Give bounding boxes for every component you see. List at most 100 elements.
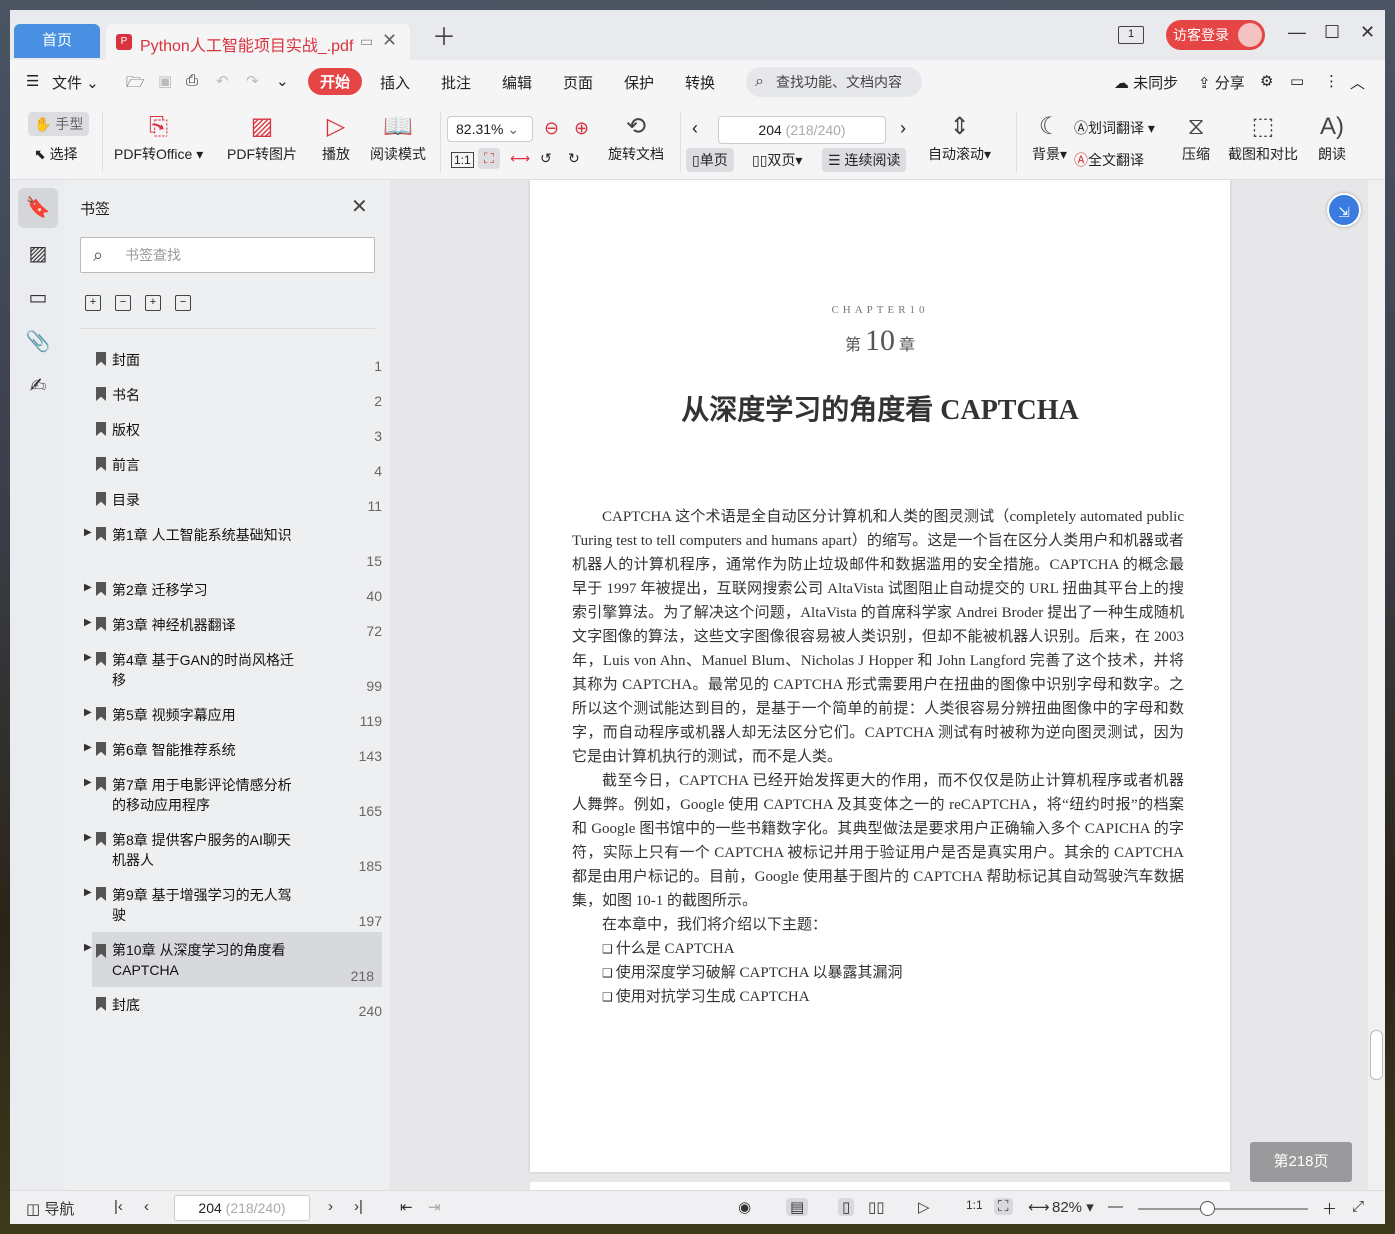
- function-search[interactable]: ⌕ 查找功能、文档内容: [746, 67, 922, 97]
- bookmark-item[interactable]: ▶ 第2章 迁移学习 40: [84, 580, 382, 610]
- actual-size-icon[interactable]: 1:1: [451, 152, 474, 168]
- menu-page[interactable]: 页面: [563, 72, 593, 93]
- comment-icon[interactable]: ▭: [1290, 72, 1304, 90]
- menu-protect[interactable]: 保护: [624, 72, 654, 93]
- new-tab-icon[interactable]: ＋: [432, 26, 456, 50]
- attachment-icon[interactable]: 📎: [18, 322, 58, 362]
- close-panel-icon[interactable]: ✕: [351, 194, 368, 219]
- undo-icon[interactable]: ↶: [216, 72, 229, 90]
- read-aloud-button[interactable]: A) 朗读: [1318, 110, 1346, 164]
- pdf-to-image-button[interactable]: ▨ PDF转图片: [227, 110, 297, 164]
- share-button[interactable]: ⇪ 分享: [1198, 72, 1245, 93]
- settings-icon[interactable]: ⚙: [1260, 72, 1273, 90]
- close-window-icon[interactable]: ✕: [1360, 22, 1375, 43]
- close-tab-icon[interactable]: ✕: [382, 30, 397, 51]
- tab-document[interactable]: P Python人工智能项目实战_.pdf ▭ ✕: [106, 24, 410, 60]
- more-icon[interactable]: ⋮: [1324, 72, 1339, 90]
- floating-tool-icon[interactable]: ⇲: [1327, 193, 1361, 227]
- expand-arrow-icon[interactable]: ▶: [84, 832, 92, 843]
- bookmark-item[interactable]: 版权 3: [92, 420, 382, 450]
- scrollbar-thumb[interactable]: [1370, 1030, 1383, 1080]
- bookmark-item[interactable]: 封面 1: [92, 350, 382, 380]
- actual-size-icon[interactable]: 1:1: [966, 1198, 983, 1212]
- expand-arrow-icon[interactable]: ▶: [84, 742, 92, 753]
- nav-toggle[interactable]: ◫ 导航: [26, 1198, 74, 1219]
- bookmark-search-input[interactable]: ⌕ 书签查找: [80, 237, 375, 273]
- redo-icon[interactable]: ↷: [246, 72, 259, 90]
- expand-arrow-icon[interactable]: ▶: [84, 527, 92, 538]
- maximize-icon[interactable]: ☐: [1324, 22, 1340, 43]
- fit-width-icon[interactable]: ⟷: [1028, 1198, 1050, 1216]
- bookmark-icon[interactable]: 🔖: [18, 188, 58, 228]
- single-page-icon[interactable]: ▯: [838, 1198, 855, 1216]
- expand-all-icon[interactable]: +: [85, 295, 101, 311]
- next-page-icon[interactable]: ›: [900, 118, 906, 139]
- bookmark-item[interactable]: 目录 11: [92, 490, 382, 520]
- print-icon[interactable]: ⎙: [186, 72, 198, 89]
- page-number-input[interactable]: 204 (218/240): [718, 116, 886, 144]
- bookmark-item[interactable]: ▶ 第5章 视频字幕应用 119: [84, 705, 382, 735]
- bookmark-item[interactable]: ▶ 第6章 智能推荐系统 143: [84, 740, 382, 770]
- bookmark-item[interactable]: ▶ 第3章 神经机器翻译 72: [84, 615, 382, 645]
- fullscreen-icon[interactable]: ⤢: [1352, 1198, 1364, 1215]
- prev-page-icon[interactable]: ‹: [692, 118, 698, 139]
- expand-arrow-icon[interactable]: ▶: [84, 887, 92, 898]
- single-page-button[interactable]: ▯单页: [686, 148, 734, 172]
- select-tool[interactable]: ⬉ 选择: [34, 144, 78, 164]
- fit-page-icon[interactable]: ⛶: [994, 1198, 1013, 1215]
- bookmark-item[interactable]: ▶ 第4章 基于GAN的时尚风格迁移 99: [84, 650, 382, 700]
- bookmark-item-selected[interactable]: ▶ 第10章 从深度学习的角度看CAPTCHA 218: [84, 932, 382, 987]
- full-translate-button[interactable]: Ⓐ全文翻译: [1074, 150, 1144, 170]
- double-page-button[interactable]: ▯▯双页▾: [752, 150, 802, 170]
- pdf-to-office-button[interactable]: ⎘ PDF转Office ▾: [114, 110, 203, 164]
- bookmark-item[interactable]: ▶ 第9章 基于增强学习的无人驾驶 197: [84, 885, 382, 935]
- expand-arrow-icon[interactable]: ▶: [84, 652, 92, 663]
- thumbnail-icon[interactable]: ▨: [18, 234, 58, 274]
- menu-convert[interactable]: 转换: [685, 72, 715, 93]
- eye-protect-icon[interactable]: ◉: [738, 1198, 751, 1216]
- read-mode-button[interactable]: 📖 阅读模式: [370, 110, 426, 164]
- zoom-select[interactable]: 82% ▾: [1052, 1198, 1094, 1216]
- menu-start[interactable]: 开始: [308, 68, 363, 95]
- collapse-all-icon[interactable]: −: [115, 295, 131, 311]
- bookmark-item[interactable]: 书名 2: [92, 385, 382, 415]
- zoom-slider[interactable]: [1138, 1201, 1308, 1216]
- signature-icon[interactable]: ✍: [18, 366, 58, 406]
- zoom-out-icon[interactable]: —: [1108, 1198, 1123, 1215]
- last-page-icon[interactable]: ›|: [354, 1198, 363, 1215]
- background-button[interactable]: ☾ 背景▾: [1032, 110, 1067, 164]
- zoom-select[interactable]: 82.31% ⌄: [447, 116, 533, 142]
- more-quick-icon[interactable]: ⌄: [276, 72, 289, 90]
- bookmark-item[interactable]: ▶ 第1章 人工智能系统基础知识 15: [84, 525, 382, 575]
- bookmark-item[interactable]: ▶ 第7章 用于电影评论情感分析的移动应用程序 165: [84, 775, 382, 825]
- word-translate-button[interactable]: Ⓐ划词翻译 ▾: [1074, 118, 1155, 138]
- menu-insert[interactable]: 插入: [380, 72, 410, 93]
- status-page-input[interactable]: 204 (218/240): [174, 1195, 310, 1221]
- fit-width-icon[interactable]: ⟷: [510, 150, 530, 167]
- continuous-read-button[interactable]: ☰ 连续阅读: [822, 148, 907, 172]
- reader-mode-icon[interactable]: 1: [1118, 26, 1144, 44]
- fit-page-icon[interactable]: ⛶: [478, 148, 500, 169]
- rotate-left-icon[interactable]: ↺: [540, 150, 552, 167]
- zoom-in-icon[interactable]: ⊕: [574, 118, 589, 139]
- collapse-ribbon-icon[interactable]: ︿: [1350, 72, 1365, 93]
- menu-file[interactable]: 文件 ⌄: [52, 72, 99, 93]
- pin-icon[interactable]: ▭: [360, 33, 373, 50]
- screenshot-compare-button[interactable]: ⬚ 截图和对比: [1228, 110, 1298, 164]
- zoom-out-icon[interactable]: ⊖: [544, 118, 559, 139]
- expand-arrow-icon[interactable]: ▶: [84, 617, 92, 628]
- bookmark-item[interactable]: 前言 4: [92, 455, 382, 485]
- menu-edit[interactable]: 编辑: [502, 72, 532, 93]
- expand-arrow-icon[interactable]: ▶: [84, 582, 92, 593]
- expand-arrow-icon[interactable]: ▶: [84, 942, 92, 953]
- bookmark-item[interactable]: ▶ 第8章 提供客户服务的AI聊天机器人 185: [84, 830, 382, 880]
- tab-home[interactable]: 首页: [14, 24, 100, 58]
- zoom-in-icon[interactable]: ＋: [1322, 1198, 1337, 1219]
- double-page-icon[interactable]: ▯▯: [868, 1198, 885, 1216]
- expand-arrow-icon[interactable]: ▶: [84, 777, 92, 788]
- expand-arrow-icon[interactable]: ▶: [84, 707, 92, 718]
- delete-bookmark-icon[interactable]: −: [175, 295, 191, 311]
- play-icon[interactable]: ▷: [918, 1198, 930, 1216]
- play-button[interactable]: ▷ 播放: [322, 110, 350, 164]
- forward-icon[interactable]: ⇥: [428, 1198, 441, 1216]
